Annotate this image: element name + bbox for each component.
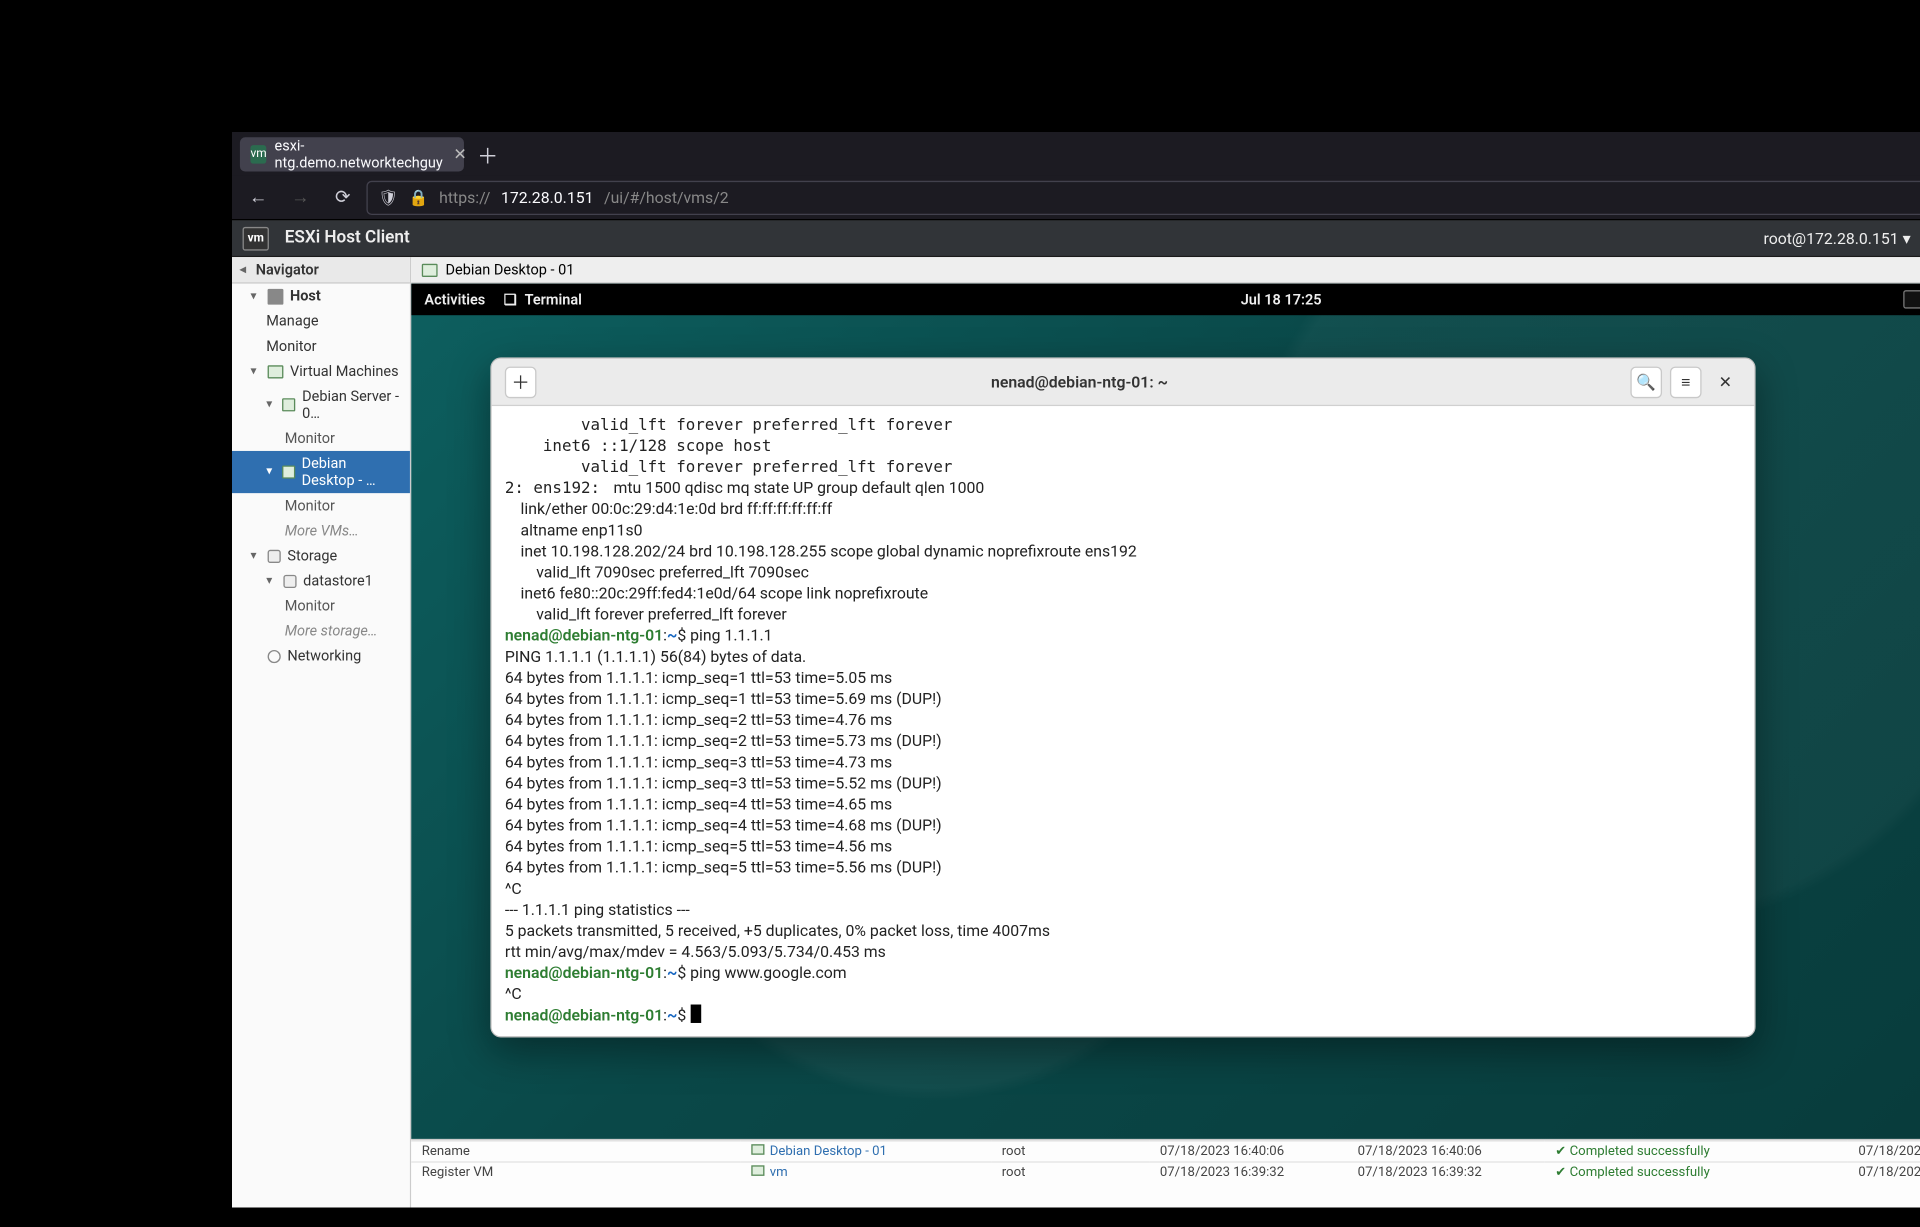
nav-datastore1-monitor[interactable]: Monitor xyxy=(232,593,410,618)
terminal-header: ＋ nenad@debian-ntg-01: ~ 🔍 ≡ ✕ xyxy=(492,359,1755,406)
esxi-header: vm ESXi Host Client root@172.28.0.151 ▾ … xyxy=(232,220,1920,257)
nav-vm-server[interactable]: ▾Debian Server - 0… xyxy=(232,384,410,426)
page-title: Debian Desktop - 01 xyxy=(446,261,575,278)
back-button[interactable]: ← xyxy=(240,179,277,216)
chevron-down-icon: ▾ xyxy=(1903,229,1911,247)
storage-icon xyxy=(268,549,281,562)
terminal-title: nenad@debian-ntg-01: ~ xyxy=(536,373,1622,391)
reload-button[interactable]: ⟳ xyxy=(324,179,361,216)
vm-icon xyxy=(282,398,296,411)
nav-vms[interactable]: ▾Virtual Machines xyxy=(232,359,410,384)
lock-icon[interactable]: 🔒 xyxy=(409,188,429,206)
browser-toolbar: ← → ⟳ 🛡 🔒 https:// 172.28.0.151/ui/#/host… xyxy=(232,175,1920,220)
new-tab-button[interactable]: ＋ xyxy=(505,366,537,398)
networking-icon xyxy=(268,649,281,662)
forward-button[interactable]: → xyxy=(282,179,319,216)
url-host: 172.28.0.151 xyxy=(501,188,594,206)
vm-icon xyxy=(282,465,295,478)
nav-vm-desktop-monitor[interactable]: Monitor xyxy=(232,493,410,518)
collapse-icon: ◂ xyxy=(240,263,251,276)
tab-title: esxi-ntg.demo.networktechguy xyxy=(275,137,443,171)
nav-vm-server-monitor[interactable]: Monitor xyxy=(232,426,410,451)
datastore-icon xyxy=(283,574,296,587)
terminal-icon: ❑ xyxy=(504,291,517,308)
current-app[interactable]: ❑Terminal xyxy=(504,291,582,308)
new-tab-button[interactable]: ＋ xyxy=(472,138,504,170)
nav-more-storage[interactable]: More storage… xyxy=(232,618,410,643)
hamburger-icon[interactable]: ≡ xyxy=(1670,366,1702,398)
vm-icon xyxy=(422,263,438,276)
vmware-logo-icon: vm xyxy=(243,226,269,250)
main-panel: Debian Desktop - 01 ▭ ▢ ◻ ⧉ ⚙ Actions ✕ … xyxy=(411,257,1920,1207)
breadcrumb: Debian Desktop - 01 ▭ ▢ ◻ ⧉ ⚙ Actions ✕ xyxy=(411,257,1920,283)
url-scheme: https:// xyxy=(439,188,490,206)
nav-host[interactable]: ▾Host xyxy=(232,284,410,309)
task-row[interactable]: RenameDebian Desktop - 01root07/18/2023 … xyxy=(411,1141,1920,1162)
browser-tabbar: vm esxi-ntg.demo.networktechguy ✕ ＋ ⌄ Pr… xyxy=(232,132,1920,175)
nav-host-monitor[interactable]: Monitor xyxy=(232,334,410,359)
close-tab-icon[interactable]: ✕ xyxy=(451,145,470,163)
terminal-window: ＋ nenad@debian-ntg-01: ~ 🔍 ≡ ✕ valid_lft… xyxy=(490,357,1755,1037)
url-path: /ui/#/host/vms/2 xyxy=(604,188,729,206)
user-menu[interactable]: root@172.28.0.151 ▾ xyxy=(1758,229,1916,247)
navigator-title[interactable]: ◂Navigator xyxy=(232,257,410,283)
vm-console[interactable]: Activities ❑Terminal Jul 18 17:25 🖧 🔊 ⏻ … xyxy=(411,284,1920,1139)
search-icon[interactable]: 🔍 xyxy=(1630,366,1662,398)
terminal-output[interactable]: valid_lft forever preferred_lft forever … xyxy=(492,406,1755,1036)
clock[interactable]: Jul 18 17:25 xyxy=(1241,291,1322,308)
workspace-1[interactable] xyxy=(1903,290,1920,308)
shield-icon[interactable]: 🛡 xyxy=(378,188,398,206)
browser-tab[interactable]: vm esxi-ntg.demo.networktechguy ✕ xyxy=(240,137,464,171)
nav-host-manage[interactable]: Manage xyxy=(232,309,410,334)
close-icon[interactable]: ✕ xyxy=(1709,366,1741,398)
activities-button[interactable]: Activities xyxy=(424,291,485,308)
vm-icon xyxy=(268,365,284,378)
task-row[interactable]: Register VMvmroot07/18/2023 16:39:3207/1… xyxy=(411,1162,1920,1182)
nav-networking[interactable]: ▾Networking xyxy=(232,643,410,668)
nav-datastore1[interactable]: ▾datastore1 xyxy=(232,568,410,593)
url-bar[interactable]: 🛡 🔒 https:// 172.28.0.151/ui/#/host/vms/2… xyxy=(366,180,1920,214)
gnome-top-bar: Activities ❑Terminal Jul 18 17:25 🖧 🔊 ⏻ xyxy=(411,284,1920,316)
product-title: ESXi Host Client xyxy=(285,228,410,248)
host-icon xyxy=(268,288,284,304)
nav-more-vms[interactable]: More VMs… xyxy=(232,518,410,543)
nav-vm-desktop[interactable]: ▾Debian Desktop - … xyxy=(232,451,410,493)
nav-storage[interactable]: ▾Storage xyxy=(232,543,410,568)
tab-favicon-icon: vm xyxy=(250,145,266,163)
navigator-panel: ◂Navigator ▾Host Manage Monitor ▾Virtual… xyxy=(232,257,411,1207)
recent-tasks: RenameDebian Desktop - 01root07/18/2023 … xyxy=(411,1139,1920,1208)
